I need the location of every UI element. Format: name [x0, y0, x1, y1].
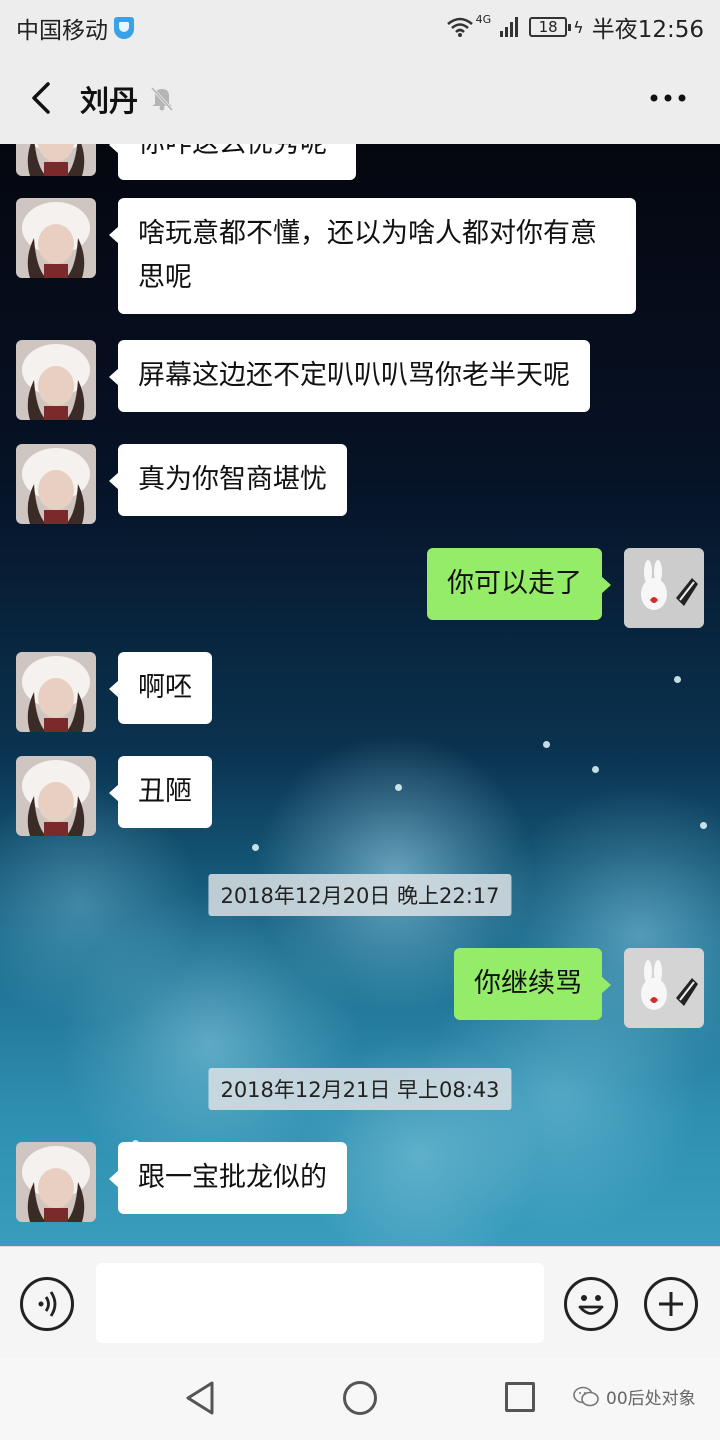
- message-row: 啊呸: [0, 652, 720, 732]
- my-avatar-image: [624, 948, 704, 1028]
- charging-icon: ϟ: [573, 17, 584, 37]
- message-row: 丑陋: [0, 756, 720, 836]
- my-avatar[interactable]: [624, 548, 704, 628]
- contact-avatar-image: [16, 1142, 96, 1222]
- message-row: 啥玩意都不懂，还以为啥人都对你有意思呢: [0, 198, 720, 318]
- chat-header: 刘丹: [0, 52, 720, 144]
- voice-icon: [38, 1291, 57, 1317]
- contact-avatar[interactable]: [16, 144, 96, 176]
- battery-icon: 18: [529, 17, 572, 37]
- incoming-message[interactable]: 屏幕这边还不定叭叭叭骂你老半天呢: [109, 340, 590, 412]
- incoming-message[interactable]: 跟一宝批龙似的: [109, 1142, 347, 1214]
- contact-avatar-image: [16, 198, 96, 278]
- message-row: 屏幕这边还不定叭叭叭骂你老半天呢: [0, 340, 720, 420]
- contact-name: 刘丹: [80, 84, 139, 118]
- nav-back-icon[interactable]: [184, 1380, 216, 1416]
- contact-avatar-image: [16, 444, 96, 524]
- watermark: 00后处对象: [572, 1384, 696, 1409]
- clock: 半夜12:56: [591, 17, 704, 43]
- incoming-message[interactable]: 丑陋: [109, 756, 212, 828]
- voice-input-button[interactable]: [20, 1277, 74, 1331]
- message-row: 你继续骂: [0, 948, 720, 1028]
- shield-icon: [114, 17, 134, 39]
- carrier-name: 中国移动: [16, 18, 108, 44]
- wifi-icon: [446, 17, 473, 37]
- plus-icon: [659, 1292, 683, 1316]
- back-icon[interactable]: [24, 78, 64, 118]
- chat-area[interactable]: 你咋这么优秀呢 啥玩意都不懂，还以为啥人都对你有意思呢: [0, 144, 720, 1246]
- mute-bell-icon: [150, 86, 174, 112]
- contact-avatar-image: [16, 756, 96, 836]
- message-row: 你咋这么优秀呢: [0, 144, 720, 180]
- contact-avatar-image: [16, 144, 96, 176]
- incoming-message[interactable]: 啥玩意都不懂，还以为啥人都对你有意思呢: [109, 198, 636, 314]
- watermark-text: 00后处对象: [606, 1389, 696, 1409]
- contact-avatar-image: [16, 340, 96, 420]
- outgoing-message[interactable]: 你可以走了: [427, 548, 611, 620]
- message-input[interactable]: [96, 1263, 544, 1343]
- status-right: 4G 18 ϟ 半夜12:56: [446, 10, 704, 44]
- more-options-icon[interactable]: [646, 80, 690, 116]
- nav-recent-apps-icon[interactable]: [505, 1382, 535, 1412]
- message-row: 你可以走了: [0, 548, 720, 628]
- contact-avatar[interactable]: [16, 652, 96, 732]
- nav-home-icon[interactable]: [343, 1381, 377, 1415]
- wechat-logo-icon: [573, 1386, 599, 1406]
- signal-icon: [500, 17, 519, 37]
- message-row: 跟一宝批龙似的: [0, 1142, 720, 1222]
- background-sparkle: [252, 844, 259, 851]
- outgoing-message[interactable]: 你继续骂: [454, 948, 611, 1020]
- my-avatar[interactable]: [624, 948, 704, 1028]
- incoming-message[interactable]: 你咋这么优秀呢: [109, 144, 356, 180]
- message-row: 真为你智商堪忧: [0, 444, 720, 524]
- status-bar: 中国移动 4G 18 ϟ 半夜12:56: [0, 0, 720, 52]
- contact-avatar[interactable]: [16, 444, 96, 524]
- timestamp: 2018年12月20日 晚上22:17: [208, 874, 512, 916]
- my-avatar-image: [624, 548, 704, 628]
- incoming-message[interactable]: 啊呸: [109, 652, 212, 724]
- background-sparkle: [543, 741, 550, 748]
- emoji-icon: [578, 1295, 604, 1315]
- emoji-button[interactable]: [564, 1277, 618, 1331]
- contact-avatar-image: [16, 652, 96, 732]
- contact-avatar[interactable]: [16, 1142, 96, 1222]
- timestamp: 2018年12月21日 早上08:43: [208, 1068, 512, 1110]
- input-bar: [0, 1246, 720, 1358]
- incoming-message[interactable]: 真为你智商堪忧: [109, 444, 347, 516]
- more-functions-button[interactable]: [644, 1277, 698, 1331]
- contact-avatar[interactable]: [16, 756, 96, 836]
- carrier: 中国移动: [16, 11, 134, 45]
- system-nav-bar: 00后处对象: [0, 1358, 720, 1440]
- network-type: 4G: [475, 12, 492, 26]
- contact-avatar[interactable]: [16, 340, 96, 420]
- contact-avatar[interactable]: [16, 198, 96, 278]
